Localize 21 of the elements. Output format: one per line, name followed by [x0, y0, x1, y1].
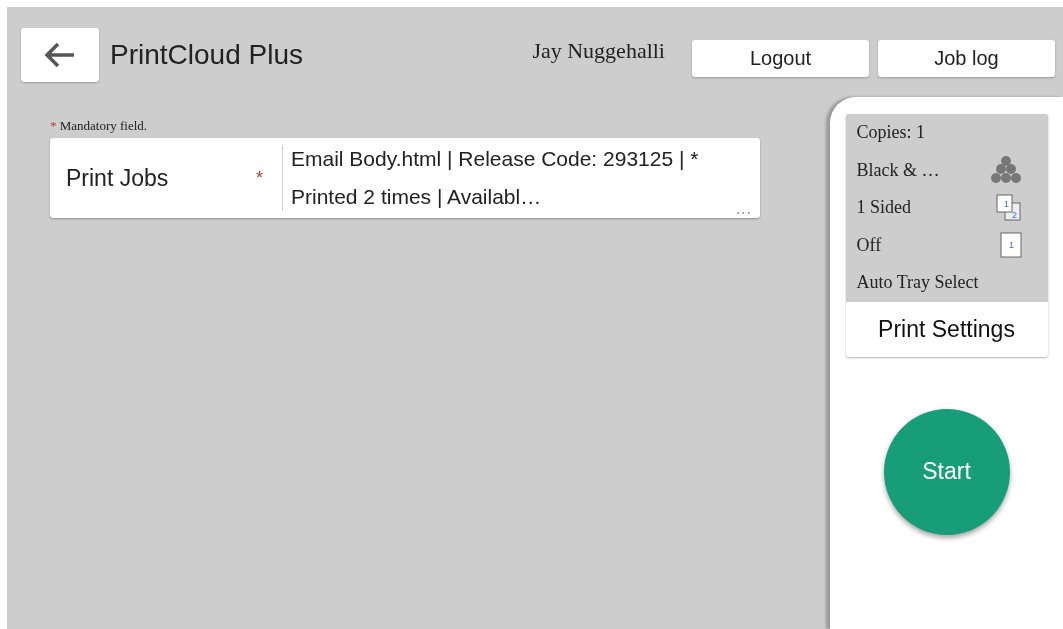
required-mark: * — [256, 167, 264, 189]
field-value: Email Body.html | Release Code: 293125 | * Printed 2 times | Availabl… — [291, 146, 700, 210]
page-icon: 1 — [999, 232, 1022, 259]
back-arrow-icon — [44, 42, 76, 68]
print-settings-button[interactable]: Print Settings — [845, 301, 1048, 357]
setting-text: Copies: 1 — [856, 122, 925, 144]
required-mark: * — [50, 118, 57, 133]
more-indicator[interactable]: ... — [735, 200, 752, 218]
user-name: Jay Nuggehalli — [532, 38, 665, 64]
header-button[interactable]: Logout — [692, 40, 869, 77]
header-button[interactable]: Job log — [878, 40, 1055, 77]
field-label: Print Jobs — [66, 164, 170, 192]
setting-text: Off — [856, 234, 882, 256]
dots-icon — [989, 156, 1022, 185]
setting-text: 1 Sided — [856, 197, 911, 219]
app-title: PrintCloud Plus — [110, 39, 304, 71]
print-jobs-field[interactable]: Print Jobs * Email Body.html | Release Code: 293125 | * Printed 2 times | Availabl… ... — [50, 138, 760, 218]
mandatory-note: Mandatory field. — [59, 118, 148, 133]
setting-text: Black & … — [856, 159, 940, 181]
setting-text: Auto Tray Select — [856, 272, 979, 294]
back-button[interactable] — [21, 28, 99, 82]
